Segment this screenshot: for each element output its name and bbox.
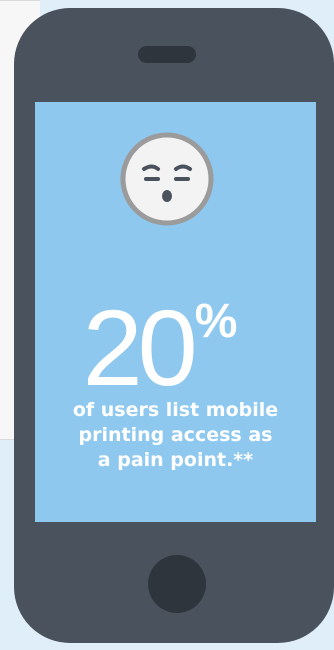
statistic-unit: % bbox=[194, 295, 238, 348]
statistic-caption: of users list mobile printing access as … bbox=[35, 398, 316, 473]
caption-line: a pain point.** bbox=[97, 449, 254, 471]
phone-home-button bbox=[148, 555, 206, 613]
statistic: 20% bbox=[0, 294, 320, 402]
frustrated-face-icon bbox=[120, 132, 214, 226]
caption-line: printing access as bbox=[78, 424, 273, 446]
statistic-value: 20 bbox=[82, 287, 198, 408]
phone-speaker bbox=[138, 46, 196, 63]
caption-line: of users list mobile bbox=[72, 399, 279, 421]
